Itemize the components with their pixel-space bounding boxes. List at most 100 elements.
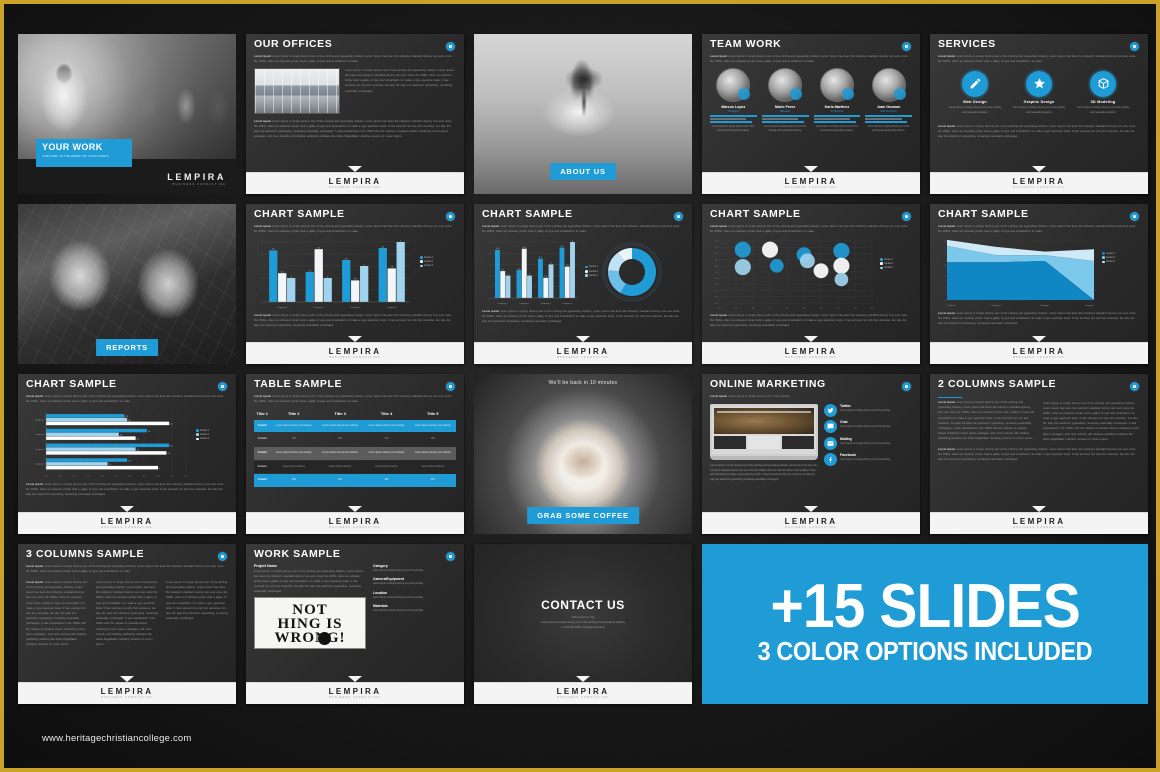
slide-contact-us[interactable]: CONTACT US 1234 Lorem St. City Lorem Ips… bbox=[474, 544, 692, 704]
legend-item: Series 1 bbox=[1102, 252, 1115, 255]
slide-footer: LEMPIRA BUSINESS CONSULTING bbox=[930, 512, 1148, 534]
cube-icon bbox=[1090, 70, 1116, 97]
svg-text:2.0: 2.0 bbox=[715, 278, 718, 280]
grab-coffee-button[interactable]: GRAB SOME COFFEE bbox=[527, 507, 639, 524]
work-right: Category Lorem Ipsum is simply dummy text… bbox=[373, 564, 456, 650]
svg-text:2.8: 2.8 bbox=[566, 265, 569, 267]
watermark-url: www.heritagechristiancollege.com bbox=[42, 733, 192, 744]
table-row[interactable]: Content Lorem Ipsum dummy text industry Lo… bbox=[254, 447, 456, 460]
member-role: Manager bbox=[780, 109, 791, 113]
svg-text:3.0: 3.0 bbox=[715, 265, 718, 267]
slide-coffee-break[interactable]: We'll be back in 10 minutes GRAB SOME CO… bbox=[474, 374, 692, 534]
service-name: 3D Modeling bbox=[1090, 99, 1116, 104]
svg-text:2.5: 2.5 bbox=[715, 272, 718, 274]
legend-swatch bbox=[585, 269, 588, 273]
table-row[interactable]: Content 450 120 390 210 bbox=[254, 474, 456, 487]
svg-text:1: 1 bbox=[489, 287, 491, 289]
page-title: TEAM WORK bbox=[710, 38, 782, 50]
svg-text:5: 5 bbox=[945, 241, 946, 243]
svg-text:4.5: 4.5 bbox=[715, 247, 718, 249]
legend-label: Series 1 bbox=[200, 428, 209, 432]
footer-paragraph: Lorem Ipsum Lorem Ipsum is simply dummy … bbox=[710, 313, 908, 328]
slide-reports[interactable]: REPORTS bbox=[18, 204, 236, 364]
intro-paragraph: Lorem Ipsum Lorem Ipsum is simply dummy … bbox=[710, 54, 908, 63]
chart-legend: Series 1 Series 2 Series 3 bbox=[880, 258, 893, 271]
svg-text:0.5: 0.5 bbox=[59, 476, 62, 478]
svg-text:4: 4 bbox=[489, 253, 491, 255]
legend-item: Series 1 bbox=[585, 265, 598, 268]
skill-bars bbox=[865, 115, 912, 123]
legend-swatch bbox=[880, 258, 883, 261]
member-role: Web Designer bbox=[880, 109, 897, 113]
service-item: Graphic Design Lorem Ipsum is simply dum… bbox=[1012, 70, 1066, 116]
table-cell: 210 bbox=[409, 474, 456, 487]
slide-two-columns[interactable]: 2 COLUMNS SAMPLE Lorem Ipsum Lorem Ipsum… bbox=[930, 374, 1148, 534]
slide-grid: YOUR WORK A DELIVERY TO THE MARKET OF YO… bbox=[18, 34, 1150, 734]
slide-chart-hbars[interactable]: CHART SAMPLE Lorem Ipsum Lorem Ipsum is … bbox=[18, 374, 236, 534]
slide-footer: LEMPIRA BUSINESS CONSULTING bbox=[18, 682, 236, 704]
svg-text:5: 5 bbox=[489, 242, 491, 244]
svg-text:5: 5 bbox=[400, 240, 401, 242]
column-text: Lorem Ipsum Lorem Ipsum is simply dummy … bbox=[26, 580, 88, 647]
svg-text:1.0: 1.0 bbox=[752, 307, 755, 309]
svg-text:Category 4: Category 4 bbox=[1085, 304, 1094, 307]
slide-cover[interactable]: YOUR WORK A DELIVERY TO THE MARKET OF YO… bbox=[18, 34, 236, 194]
slide-team-work[interactable]: TEAM WORK Lorem Ipsum Lorem Ipsum is sim… bbox=[702, 34, 920, 194]
skill-bars bbox=[761, 115, 809, 123]
reports-button[interactable]: REPORTS bbox=[96, 339, 158, 356]
slide-about-us[interactable]: ABOUT US bbox=[474, 34, 692, 194]
footer-paragraph: Lorem Ipsum Lorem Ipsum is simply dummy … bbox=[938, 311, 1136, 326]
table-cell: Content bbox=[254, 474, 271, 487]
svg-text:Category 2: Category 2 bbox=[35, 433, 46, 436]
slide-chart-bars[interactable]: CHART SAMPLE Lorem Ipsum Lorem Ipsum is … bbox=[246, 204, 464, 364]
chat-icon bbox=[824, 420, 837, 434]
slide-chart-area[interactable]: CHART SAMPLE Lorem Ipsum Lorem Ipsum is … bbox=[930, 204, 1148, 364]
channel-name: Mailing bbox=[840, 436, 852, 441]
slide-table-sample[interactable]: TABLE SAMPLE Lorem Ipsum Lorem Ipsum is … bbox=[246, 374, 464, 534]
svg-text:1: 1 bbox=[945, 288, 946, 290]
slide-services[interactable]: SERVICES Lorem Ipsum Lorem Ipsum is simp… bbox=[930, 34, 1148, 194]
page-title: OUR OFFICES bbox=[254, 38, 333, 50]
brand-name: LEMPIRA BUSINESS CONSULTING bbox=[784, 346, 838, 359]
svg-text:4.3: 4.3 bbox=[167, 453, 170, 455]
slide-online-marketing[interactable]: ONLINE MARKETING Lorem Ipsum Lorem Ipsum… bbox=[702, 374, 920, 534]
slide-three-columns[interactable]: 3 COLUMNS SAMPLE Lorem Ipsum Lorem Ipsum… bbox=[18, 544, 236, 704]
page-title: CHART SAMPLE bbox=[938, 208, 1029, 220]
table-cell: Lorem Ipsum dummy bbox=[363, 460, 410, 474]
intro-paragraph: Lorem Ipsum Lorem Ipsum is simply dummy … bbox=[710, 224, 908, 233]
channel-desc: Lorem Ipsum is simply dummy text of the … bbox=[840, 426, 891, 429]
footer-paragraph: Lorem Ipsum Lorem Ipsum is simply dummy … bbox=[482, 309, 680, 324]
page-title: WORK SAMPLE bbox=[254, 548, 341, 560]
laptop-mockup: Lorem Ipsum is simply dummy text of the … bbox=[710, 403, 818, 483]
legend-label: Series 3 bbox=[200, 437, 209, 441]
marketing-paragraph: Lorem Ipsum is simply dummy text of the … bbox=[710, 463, 818, 482]
star-icon bbox=[1026, 70, 1052, 97]
brand-tagline: BUSINESS CONSULTING bbox=[1013, 355, 1065, 359]
table-cell: Lorem Ipsum dummy bbox=[316, 460, 364, 474]
brand-name: LEMPIRA BUSINESS CONSULTING bbox=[784, 176, 838, 189]
table-row[interactable]: Content 100 250 320 180 bbox=[254, 433, 456, 446]
brand-tagline: BUSINESS CONSULTING bbox=[1013, 185, 1065, 189]
svg-text:Category 3: Category 3 bbox=[350, 306, 361, 309]
intro-paragraph: Lorem Ipsum Lorem Ipsum is simply dummy … bbox=[254, 224, 452, 233]
svg-text:3.5: 3.5 bbox=[715, 259, 718, 261]
slide-chart-donut[interactable]: CHART SAMPLE Lorem Ipsum Lorem Ipsum is … bbox=[474, 204, 692, 364]
table-row[interactable]: Content Lorem Ipsum dummy text industry Lo… bbox=[254, 419, 456, 433]
slide-our-offices[interactable]: OUR OFFICES Lorem Ipsum Lorem Ipsum is s… bbox=[246, 34, 464, 194]
page-title: ONLINE MARKETING bbox=[710, 378, 826, 390]
marketing-content: Lorem Ipsum is simply dummy text of the … bbox=[710, 403, 912, 483]
svg-text:2.5: 2.5 bbox=[803, 307, 806, 309]
slide-footer: LEMPIRA BUSINESS CONSULTING bbox=[246, 682, 464, 704]
legend-item: Series 1 bbox=[196, 429, 209, 432]
column-text: Lorem Ipsum is simply dummy text of the … bbox=[96, 580, 158, 647]
svg-text:3: 3 bbox=[945, 264, 946, 266]
slide-footer: LEMPIRA BUSINESS CONSULTING bbox=[930, 172, 1148, 194]
about-us-button[interactable]: ABOUT US bbox=[550, 163, 616, 180]
svg-text:4.5: 4.5 bbox=[871, 307, 874, 309]
slide-chart-bubble[interactable]: CHART SAMPLE Lorem Ipsum Lorem Ipsum is … bbox=[702, 204, 920, 364]
table-row[interactable]: Content Lorem Ipsum dummy Lorem Ipsum dumm… bbox=[254, 460, 456, 474]
section-desc: Lorem Ipsum is simply dummy text of the … bbox=[373, 596, 424, 599]
slide-work-sample[interactable]: WORK SAMPLE Project Name Lorem Ipsum is … bbox=[246, 544, 464, 704]
chart-legend: Series 1 Series 2 Series 3 bbox=[196, 429, 209, 442]
twitter-icon bbox=[824, 403, 837, 417]
